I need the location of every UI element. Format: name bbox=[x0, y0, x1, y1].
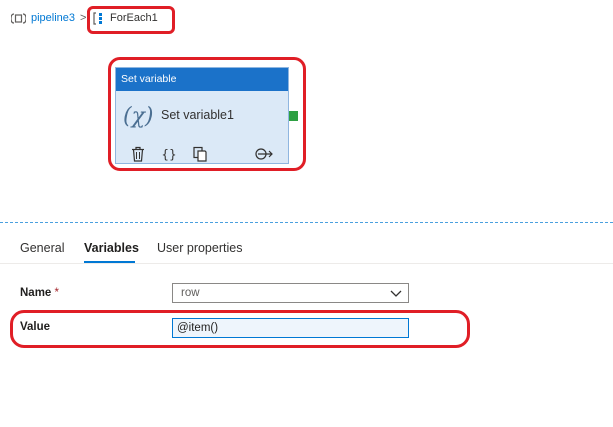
breadcrumb-separator: > bbox=[80, 12, 87, 24]
chevron-down-icon bbox=[390, 290, 402, 297]
annotation-highlight-breadcrumb bbox=[87, 6, 175, 34]
annotation-highlight-value bbox=[10, 310, 470, 348]
name-label: Name * bbox=[20, 287, 60, 299]
tab-general[interactable]: General bbox=[20, 241, 64, 255]
tab-variables[interactable]: Variables bbox=[84, 241, 139, 255]
variable-name-value: row bbox=[181, 287, 200, 299]
canvas-divider[interactable] bbox=[0, 222, 613, 223]
tab-user-properties[interactable]: User properties bbox=[157, 241, 242, 255]
required-indicator: * bbox=[54, 287, 60, 299]
tab-divider bbox=[0, 263, 613, 264]
variable-name-dropdown[interactable]: row bbox=[172, 283, 409, 303]
pipeline-icon bbox=[11, 13, 26, 24]
breadcrumb-pipeline-link[interactable]: pipeline3 bbox=[31, 12, 75, 24]
annotation-highlight-activity bbox=[108, 57, 306, 171]
